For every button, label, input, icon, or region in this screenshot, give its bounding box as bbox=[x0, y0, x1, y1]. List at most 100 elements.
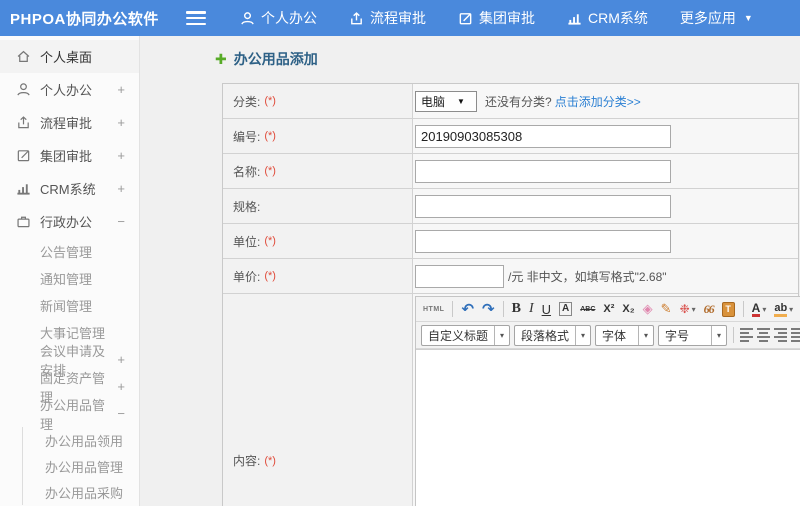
expand-plus-icon[interactable]: + bbox=[117, 181, 125, 196]
add-category-link[interactable]: 点击添加分类>> bbox=[555, 93, 641, 110]
sidebar-label: CRM系统 bbox=[40, 182, 96, 197]
expand-plus-icon[interactable]: + bbox=[117, 115, 125, 130]
collapse-minus-icon[interactable]: − bbox=[117, 406, 125, 421]
paste-as-text-button[interactable]: T bbox=[719, 299, 738, 319]
caret-down-icon: ▾ bbox=[762, 304, 767, 314]
editor-toolbar-row1: HTML ↶ ↷ B I U A ABC X² X₂ ◈ ✎ ❉ ▾ 66 T … bbox=[416, 297, 800, 322]
caret-down-icon: ▾ bbox=[711, 325, 726, 345]
toolbar-separator bbox=[452, 301, 454, 317]
spec-input[interactable] bbox=[415, 194, 671, 218]
highlight-color-button[interactable]: ab ▾ bbox=[771, 299, 796, 319]
sidebar-item-personal-office[interactable]: 个人办公 + bbox=[0, 73, 139, 106]
source-code-button[interactable]: HTML bbox=[420, 299, 447, 319]
name-input[interactable] bbox=[415, 159, 671, 183]
toolbar-separator bbox=[502, 301, 504, 317]
nav-more-apps[interactable]: 更多应用 ▼ bbox=[680, 8, 753, 28]
menu-toggle-icon[interactable] bbox=[186, 11, 206, 25]
underline-button[interactable]: U bbox=[539, 299, 554, 319]
subscript-button[interactable]: X₂ bbox=[619, 299, 637, 319]
sidebar-item-notice-mgmt[interactable]: 通知管理 bbox=[0, 265, 139, 292]
remove-format-icon[interactable]: ◈ bbox=[640, 299, 656, 319]
sidebar-item-admin-office[interactable]: 行政办公 − bbox=[0, 205, 139, 238]
required-mark: (*) bbox=[264, 270, 276, 282]
sidebar-label: 行政办公 bbox=[40, 215, 93, 230]
share-icon bbox=[351, 11, 362, 24]
quick-style-button[interactable]: ❉ ▾ bbox=[677, 299, 699, 319]
redo-icon[interactable]: ↷ bbox=[479, 299, 498, 319]
top-navbar: PHPOA协同办公软件 个人办公 流程审批 集团审批 CRM系统 更多应用 ▼ bbox=[0, 0, 800, 36]
align-center-icon[interactable] bbox=[757, 326, 771, 344]
form-row-category: 分类: (*) 电脑 ▼ 还没有分类? 点击添加分类>> bbox=[223, 84, 798, 119]
editor-content-area[interactable] bbox=[416, 349, 800, 506]
undo-icon[interactable]: ↶ bbox=[458, 299, 477, 319]
select-caret-icon: ▼ bbox=[457, 96, 465, 106]
sidebar-label: 集团审批 bbox=[40, 149, 93, 164]
nav-label: 个人办公 bbox=[261, 10, 317, 26]
font-color-button[interactable]: A ▾ bbox=[749, 299, 770, 319]
code-input[interactable] bbox=[415, 124, 671, 148]
sidebar-item-supplies-manage[interactable]: 办公用品管理 bbox=[23, 453, 139, 479]
font-style-button[interactable]: A bbox=[559, 302, 573, 316]
clipboard-icon: T bbox=[721, 301, 735, 317]
sidebar-label: 个人桌面 bbox=[40, 50, 93, 65]
italic-button[interactable]: I bbox=[526, 299, 537, 319]
sidebar-item-desktop[interactable]: 个人桌面 bbox=[0, 40, 139, 73]
caret-down-icon: ▾ bbox=[691, 304, 696, 314]
nav-workflow-approval[interactable]: 流程审批 bbox=[349, 8, 426, 28]
paragraph-format-select[interactable]: 段落格式 ▾ bbox=[514, 324, 592, 346]
font-size-select[interactable]: 字号 ▾ bbox=[658, 324, 728, 346]
form-row-spec: 规格: bbox=[223, 189, 798, 224]
field-label: 单价: bbox=[233, 269, 261, 284]
rich-text-editor: HTML ↶ ↷ B I U A ABC X² X₂ ◈ ✎ ❉ ▾ 66 T … bbox=[415, 296, 800, 506]
sidebar-item-group-approval[interactable]: 集团审批 + bbox=[0, 139, 139, 172]
bold-button[interactable]: B bbox=[509, 299, 524, 319]
form-row-price: 单价: (*) /元 非中文，如填写格式"2.68" bbox=[223, 259, 798, 294]
superscript-button[interactable]: X² bbox=[600, 299, 617, 319]
category-hint: 还没有分类? bbox=[485, 94, 552, 109]
align-right-icon[interactable] bbox=[774, 326, 788, 344]
sidebar-item-news-mgmt[interactable]: 新闻管理 bbox=[0, 292, 139, 319]
expand-plus-icon[interactable]: + bbox=[117, 352, 125, 367]
wand-icon: ❉ bbox=[679, 302, 690, 316]
font-family-select[interactable]: 字体 ▾ bbox=[595, 324, 655, 346]
caret-down-icon: ▾ bbox=[789, 304, 794, 314]
price-input[interactable] bbox=[415, 264, 504, 288]
caret-down-icon: ▾ bbox=[575, 325, 590, 345]
edit-icon bbox=[459, 12, 472, 24]
expand-plus-icon[interactable]: + bbox=[117, 148, 125, 163]
briefcase-icon bbox=[17, 216, 30, 228]
bar-chart-icon bbox=[17, 184, 30, 195]
expand-plus-icon[interactable]: + bbox=[117, 379, 125, 394]
nav-group-approval[interactable]: 集团审批 bbox=[458, 8, 535, 28]
align-left-icon[interactable] bbox=[740, 326, 754, 344]
nav-crm-system[interactable]: CRM系统 bbox=[567, 8, 648, 28]
price-format-hint: /元 非中文，如填写格式"2.68" bbox=[508, 269, 667, 284]
blockquote-button[interactable]: 66 bbox=[701, 299, 717, 319]
app-logo: PHPOA协同办公软件 bbox=[10, 10, 159, 28]
format-brush-icon[interactable]: ✎ bbox=[658, 299, 675, 319]
required-mark: (*) bbox=[264, 454, 276, 467]
sidebar-item-workflow-approval[interactable]: 流程审批 + bbox=[0, 106, 139, 139]
toolbar-separator bbox=[733, 327, 735, 343]
main-content: ✚ 办公用品添加 分类: (*) 电脑 ▼ 还没有分类? 点击添加分类>> 编号… bbox=[140, 36, 800, 506]
collapse-minus-icon[interactable]: − bbox=[117, 214, 125, 229]
add-icon: ✚ bbox=[215, 50, 227, 67]
sidebar-item-crm[interactable]: CRM系统 + bbox=[0, 172, 139, 205]
office-supplies-submenu: 办公用品领用 办公用品管理 办公用品采购 bbox=[22, 427, 139, 505]
custom-heading-select[interactable]: 自定义标题 ▾ bbox=[421, 324, 511, 346]
user-icon bbox=[241, 11, 254, 25]
sidebar-label: 流程审批 bbox=[40, 116, 93, 131]
align-justify-icon[interactable] bbox=[791, 326, 800, 344]
sidebar-item-office-supplies-mgmt[interactable]: 办公用品管理 − bbox=[0, 398, 139, 432]
strikethrough-button[interactable]: ABC bbox=[577, 299, 598, 319]
sidebar-item-announcement-mgmt[interactable]: 公告管理 bbox=[0, 238, 139, 265]
nav-personal-office[interactable]: 个人办公 bbox=[240, 8, 317, 28]
field-label: 编号: bbox=[233, 129, 261, 144]
category-select[interactable]: 电脑 ▼ bbox=[415, 90, 477, 112]
unit-input[interactable] bbox=[415, 229, 671, 253]
expand-plus-icon[interactable]: + bbox=[117, 82, 125, 97]
caret-down-icon: ▼ bbox=[743, 13, 753, 23]
sidebar-item-supplies-purchase[interactable]: 办公用品采购 bbox=[23, 479, 139, 505]
required-mark: (*) bbox=[264, 95, 276, 107]
sidebar: 个人桌面 个人办公 + 流程审批 + 集团审批 + CRM系统 + 行政办公 − bbox=[0, 36, 140, 506]
